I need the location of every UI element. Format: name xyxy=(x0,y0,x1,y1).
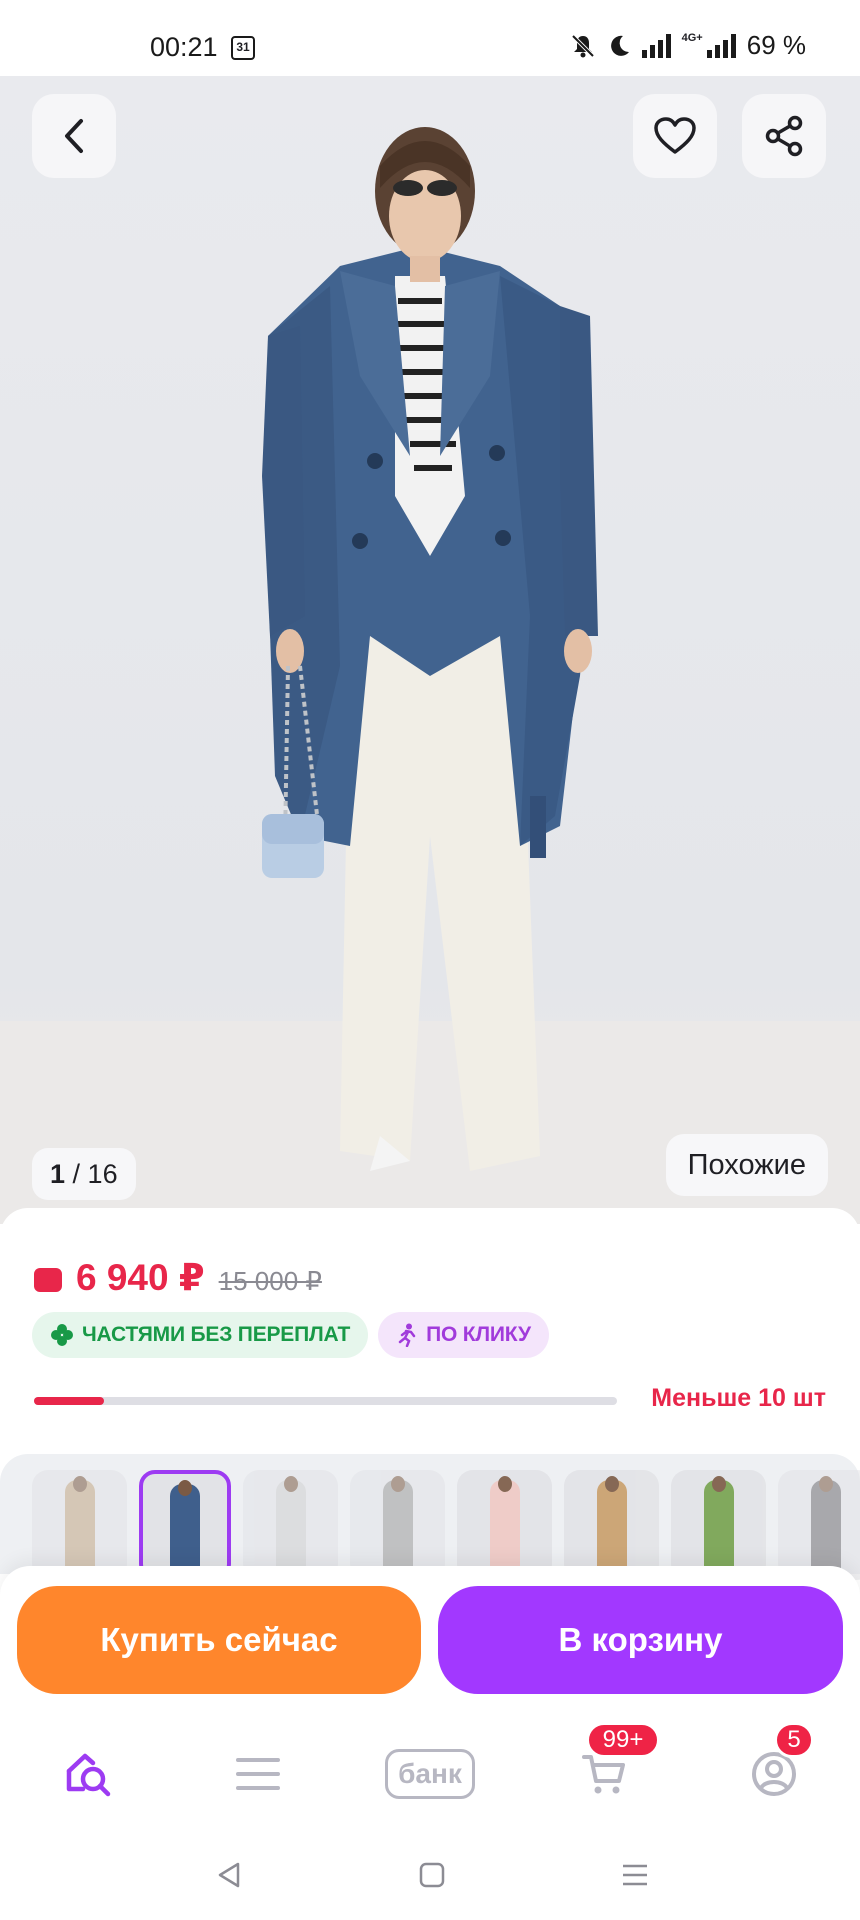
thumbnail[interactable] xyxy=(243,1470,338,1580)
calendar-icon: 31 xyxy=(231,36,255,60)
status-time: 00:21 xyxy=(150,32,218,62)
signal-icon xyxy=(641,33,671,58)
back-nav-icon[interactable] xyxy=(214,1860,244,1890)
tab-home-search[interactable] xyxy=(60,1744,116,1804)
system-nav-bar xyxy=(0,1832,860,1920)
one-click-badge-label: ПО КЛИКУ xyxy=(426,1323,531,1346)
thumbnail-strip[interactable] xyxy=(32,1470,860,1580)
photo-counter-current: 1 xyxy=(50,1159,66,1189)
one-click-badge[interactable]: ПО КЛИКУ xyxy=(378,1312,549,1358)
thumbnail[interactable] xyxy=(778,1470,860,1580)
thumbnail[interactable] xyxy=(32,1470,127,1580)
share-icon xyxy=(765,115,803,157)
bank-logo: банк xyxy=(385,1749,475,1799)
mute-icon xyxy=(571,34,595,57)
current-price: 6 940 ₽ xyxy=(76,1257,205,1298)
thumbnail[interactable] xyxy=(564,1470,659,1580)
home-nav-icon[interactable] xyxy=(418,1861,446,1889)
recents-nav-icon[interactable] xyxy=(620,1860,650,1890)
do-not-disturb-moon-icon xyxy=(610,35,629,56)
stock-progress-fill xyxy=(34,1397,104,1405)
clover-icon xyxy=(51,1324,73,1346)
thumbnail-active[interactable] xyxy=(139,1470,231,1580)
thumbnail[interactable] xyxy=(457,1470,552,1580)
chevron-left-icon xyxy=(65,119,83,153)
favorite-button[interactable] xyxy=(633,94,717,178)
back-button[interactable] xyxy=(32,94,116,178)
purchase-bar: Купить сейчас В корзину xyxy=(0,1566,860,1708)
tab-catalog[interactable] xyxy=(233,1744,283,1804)
product-photo-gallery[interactable]: 1 / 16 Похожие xyxy=(0,76,860,1224)
battery-level: 69 % xyxy=(746,30,806,60)
wallet-icon xyxy=(34,1268,62,1292)
product-photo xyxy=(0,127,860,1224)
stock-progress-bar xyxy=(34,1397,617,1405)
share-button[interactable] xyxy=(742,94,826,178)
installment-badge-label: ЧАСТЯМИ БЕЗ ПЕРЕПЛАТ xyxy=(82,1323,351,1346)
menu-icon xyxy=(236,1758,280,1790)
add-to-cart-button[interactable]: В корзину xyxy=(438,1586,843,1694)
buy-now-button[interactable]: Купить сейчас xyxy=(17,1586,421,1694)
product-info-card: 6 940 ₽ 15 000 ₽ ЧАСТЯМИ БЕЗ ПЕРЕПЛАТ ПО… xyxy=(0,1208,860,1446)
promo-badges: ЧАСТЯМИ БЕЗ ПЕРЕПЛАТ ПО КЛИКУ xyxy=(32,1312,549,1358)
tab-bank[interactable]: банк xyxy=(376,1744,484,1804)
network-type: 4G+ xyxy=(681,31,703,44)
tab-profile[interactable]: 5 xyxy=(746,1722,814,1804)
heart-icon xyxy=(654,117,696,154)
similar-button[interactable]: Похожие xyxy=(665,1134,828,1196)
photo-counter: 1 / 16 xyxy=(32,1148,136,1200)
home-search-icon xyxy=(66,1753,111,1797)
cart-badge: 99+ xyxy=(586,1722,660,1758)
status-bar: 00:21 31 4G+ 69 % xyxy=(0,0,860,76)
installment-badge[interactable]: ЧАСТЯМИ БЕЗ ПЕРЕПЛАТ xyxy=(32,1312,369,1358)
signal-icon-2 xyxy=(706,33,736,58)
running-person-icon xyxy=(398,1323,416,1347)
status-icons: 4G+ 69 % xyxy=(570,30,806,61)
tab-cart[interactable]: 99+ xyxy=(576,1722,660,1804)
bottom-tab-bar: банк 99+ 5 xyxy=(0,1708,860,1832)
thumbnail[interactable] xyxy=(350,1470,445,1580)
old-price: 15 000 ₽ xyxy=(218,1266,322,1296)
stock-text: Меньше 10 шт xyxy=(651,1384,826,1412)
photo-counter-total: / 16 xyxy=(72,1159,118,1189)
thumbnail[interactable] xyxy=(671,1470,766,1580)
profile-badge: 5 xyxy=(774,1722,814,1758)
price-row: 6 940 ₽ 15 000 ₽ xyxy=(34,1256,322,1299)
